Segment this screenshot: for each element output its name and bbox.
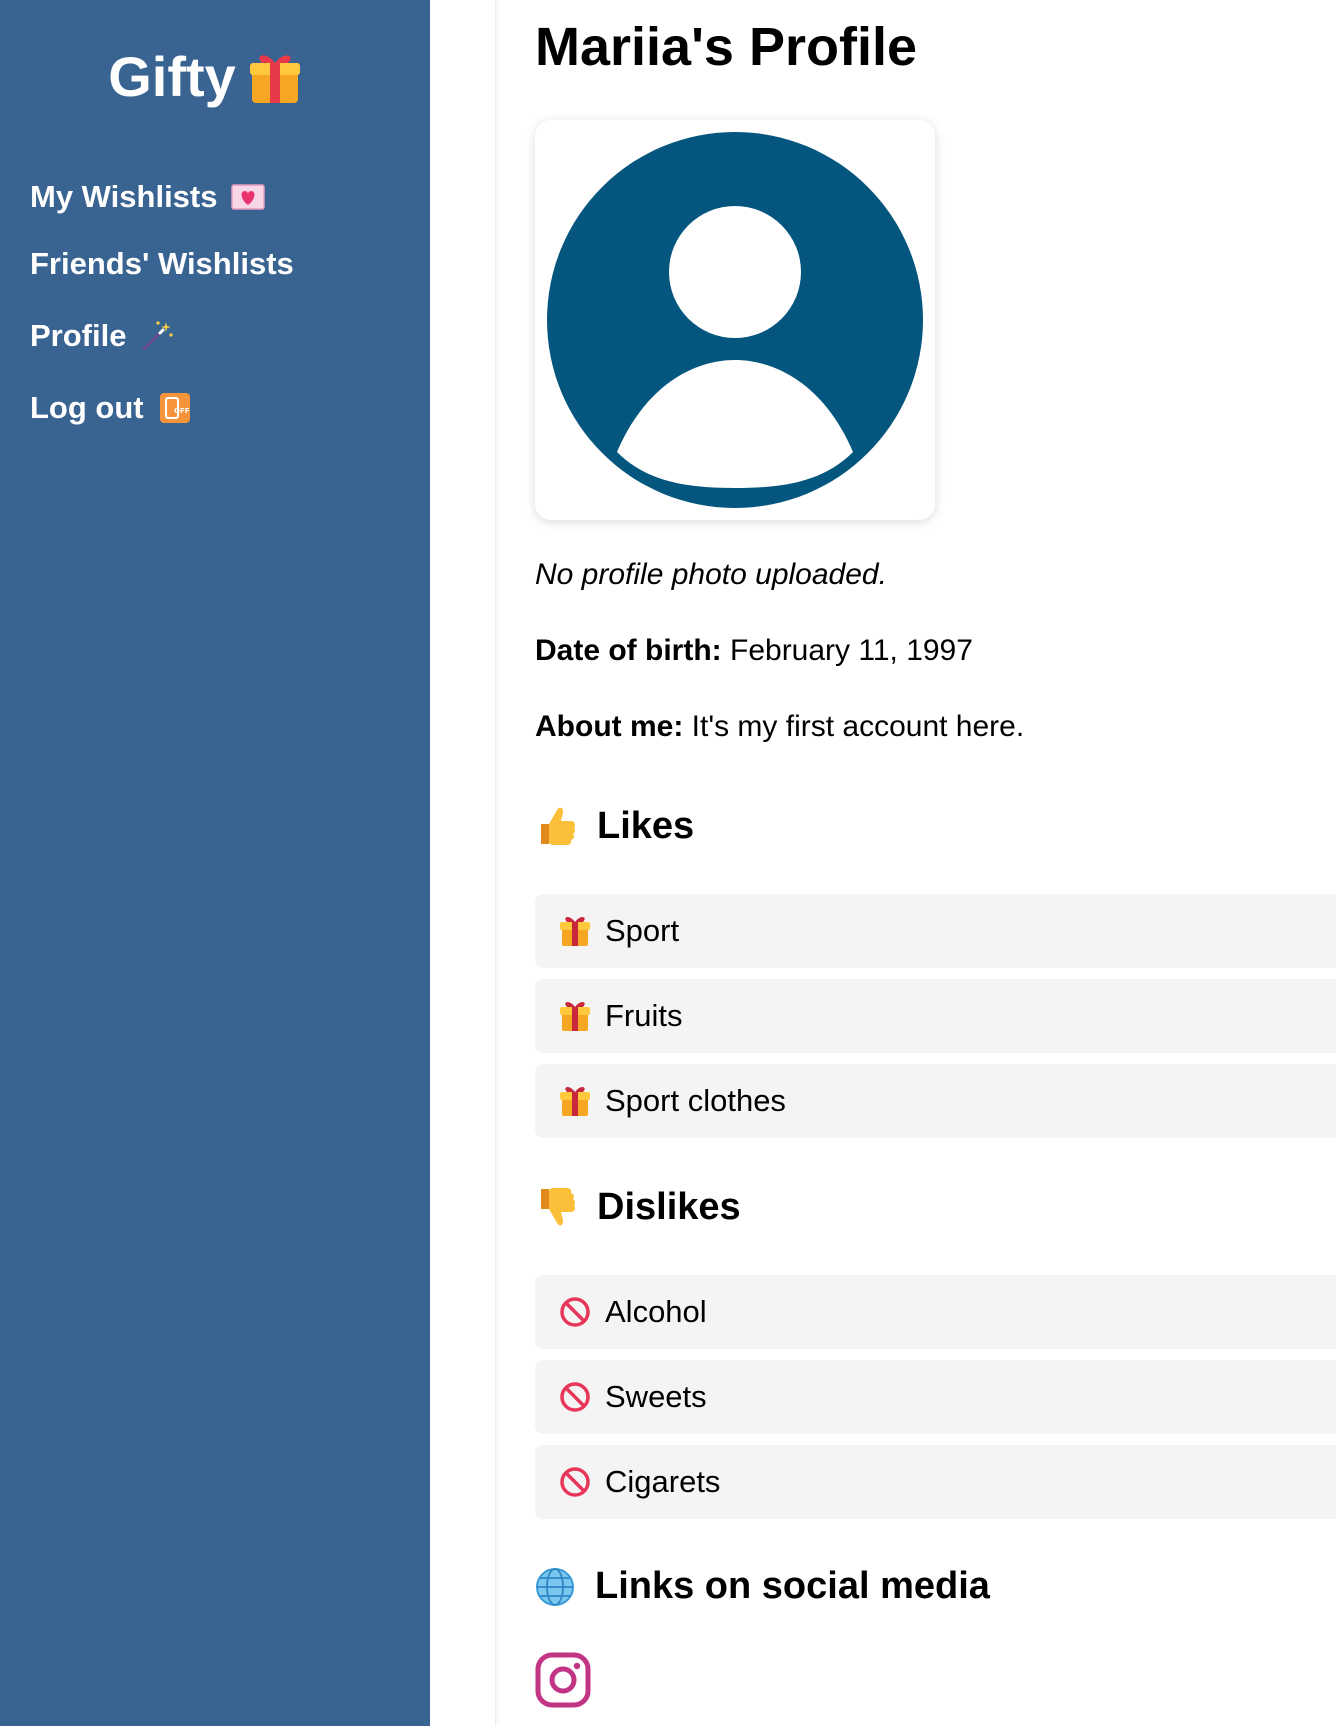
app-logo[interactable]: Gifty [0,44,410,109]
sidebar-item-profile[interactable]: Profile [30,311,294,361]
love-letter-icon [231,184,266,210]
sidebar-item-logout[interactable]: Log out OFF [30,383,294,433]
like-label: Fruits [605,998,683,1033]
about-me: About me: It's my first account here. [535,710,1024,744]
like-label: Sport clothes [605,1083,786,1118]
list-item: Sport clothes [535,1064,1336,1138]
likes-title: Likes [597,804,695,847]
dislike-label: Sweets [605,1379,707,1414]
sidebar-nav: My Wishlists Friends' Wishlists Profile [30,172,294,450]
gift-icon [559,1084,591,1118]
dob-label: Date of birth: [535,634,722,667]
thumbs-down-icon [535,1185,577,1229]
prohibited-icon [559,1466,591,1498]
instagram-icon [535,1652,591,1708]
links-heading: Links on social media [535,1565,990,1608]
sidebar-item-label: Log out [30,390,144,425]
dislike-label: Alcohol [605,1294,707,1329]
dislikes-list: Alcohol Sweets Cigarets [535,1275,1336,1530]
likes-heading: Likes [535,804,694,848]
links-title: Links on social media [595,1565,990,1607]
phone-off-icon: OFF [158,391,192,425]
no-photo-message: No profile photo uploaded. [535,558,887,591]
sidebar-item-label: Friends' Wishlists [30,246,294,281]
gift-icon [559,914,591,948]
page-title: Mariia's Profile [535,17,917,77]
sidebar-item-my-wishlists[interactable]: My Wishlists [30,172,294,222]
list-item: Sweets [535,1360,1336,1434]
thumbs-up-icon [535,804,577,848]
sidebar-item-friends-wishlists[interactable]: Friends' Wishlists [30,239,294,289]
list-item: Cigarets [535,1445,1336,1519]
profile-photo-card [535,120,935,520]
date-of-birth: Date of birth: February 11, 1997 [535,634,973,668]
logo-text: Gifty [108,45,236,108]
default-avatar-icon [547,132,923,508]
svg-text:OFF: OFF [174,407,190,415]
like-label: Sport [605,913,680,948]
prohibited-icon [559,1381,591,1413]
sidebar-item-label: My Wishlists [30,179,218,214]
globe-icon [535,1567,575,1607]
gift-icon [559,999,591,1033]
prohibited-icon [559,1296,591,1328]
gift-icon [248,49,302,105]
list-item: Alcohol [535,1275,1336,1349]
sidebar-item-label: Profile [30,318,127,353]
list-item: Fruits [535,979,1336,1053]
magic-wand-icon [140,319,174,353]
likes-list: Sport Fruits Sport clothes [535,894,1336,1149]
dob-value: February 11, 1997 [730,634,973,667]
instagram-link[interactable] [535,1652,591,1708]
sidebar: Gifty My Wishlists Friends' Wishlists Pr… [0,0,430,1726]
about-label: About me: [535,710,684,743]
dislike-label: Cigarets [605,1464,721,1499]
dislikes-title: Dislikes [597,1185,741,1228]
content-gutter [430,0,496,1726]
about-value: It's my first account here. [691,710,1025,743]
profile-main: Mariia's Profile No profile photo upload… [535,0,1336,1726]
list-item: Sport [535,894,1336,968]
dislikes-heading: Dislikes [535,1185,741,1229]
